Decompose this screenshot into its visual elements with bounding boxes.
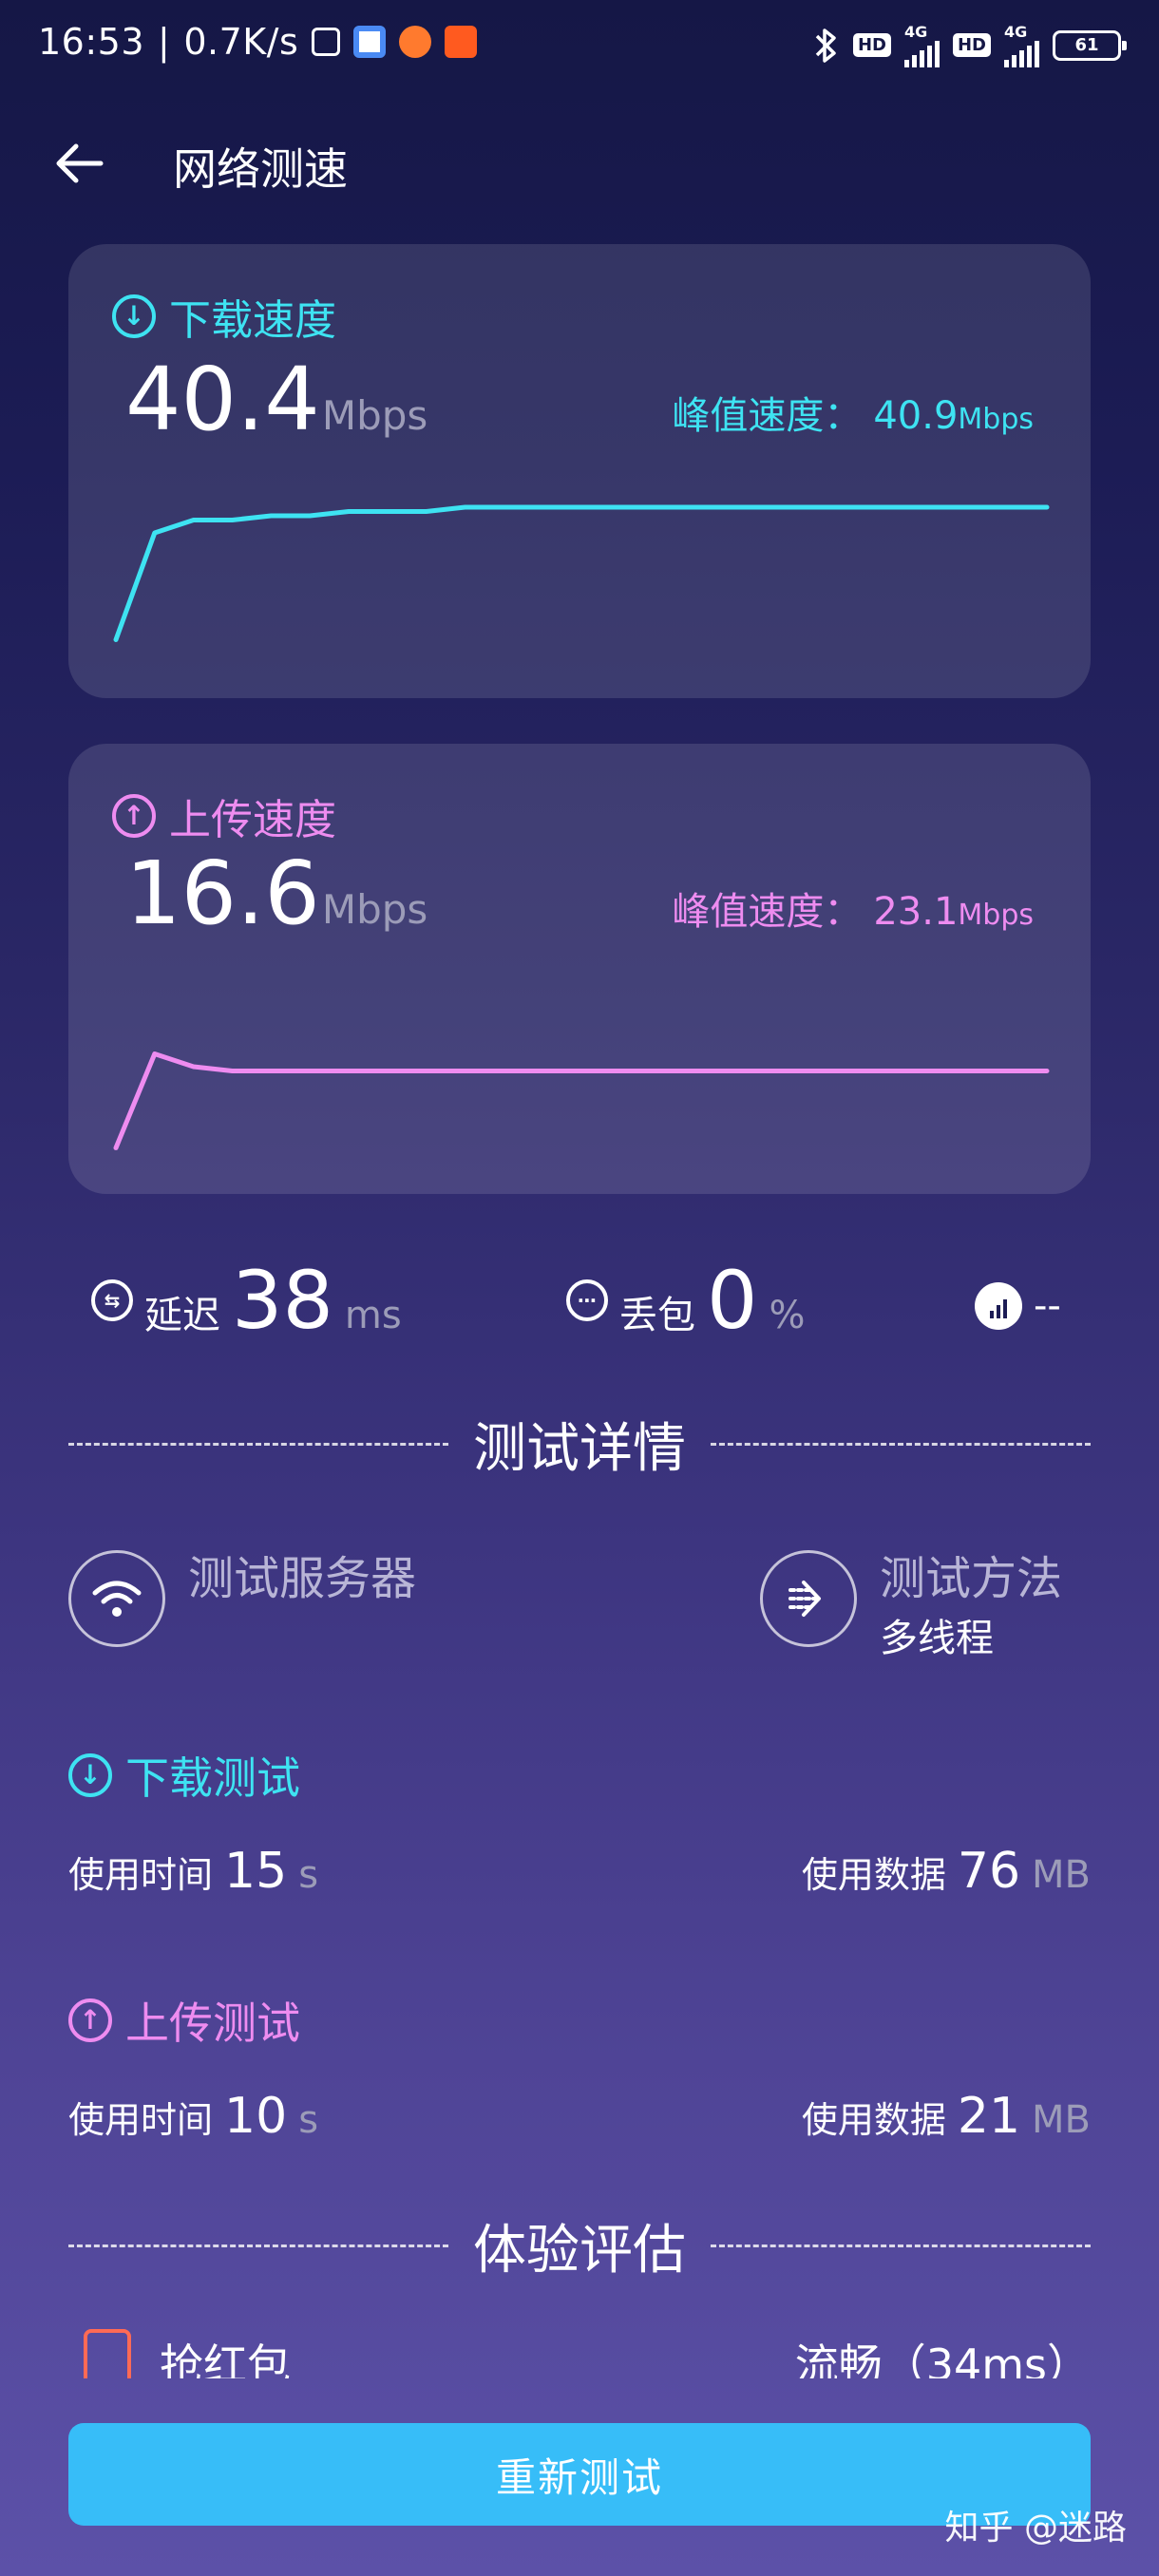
- back-arrow-icon[interactable]: [49, 133, 110, 194]
- dashed-line-right: [711, 1443, 1091, 1446]
- experience-item: 抢红包: [68, 2325, 291, 2378]
- clock: 16:53: [38, 21, 145, 63]
- signal-icon: [975, 1282, 1022, 1330]
- method-value: 多线程: [880, 1617, 994, 1660]
- upload-peak: 峰值速度： 23.1Mbps: [672, 890, 1034, 934]
- retest-button[interactable]: 重新测试: [68, 2423, 1091, 2526]
- upload-peak-value: 23.1Mbps: [873, 890, 1034, 934]
- upload-speed-graph: [113, 1051, 1050, 1150]
- experience-row: 抢红包 流畅（34ms）: [68, 2325, 1091, 2378]
- download-arrow-icon: ↓: [112, 294, 156, 338]
- maps-icon: [353, 26, 387, 58]
- download-peak-value: 40.9Mbps: [873, 394, 1034, 438]
- server-label: 测试服务器: [188, 1552, 417, 1605]
- bluetooth-icon: [815, 28, 836, 63]
- download-test-stats: 使用时间 15 s 使用数据 76 MB: [68, 1843, 1091, 1900]
- upload-test-icon: ↑: [68, 1998, 112, 2042]
- signal-metric: --: [975, 1282, 1061, 1330]
- experience-section-divider: 体验评估: [68, 2207, 1091, 2284]
- upload-test-header: ↑ 上传测试: [68, 1989, 300, 2052]
- net-speed: 0.7K/s: [183, 21, 299, 63]
- signal-value: --: [1034, 1284, 1061, 1328]
- method-icon-ring: [760, 1550, 857, 1647]
- hd-badge-2: HD: [952, 33, 991, 57]
- status-bar-right: HD 4G HD 4G 61: [811, 23, 1127, 67]
- red-envelope-icon: [84, 2329, 131, 2378]
- experience-item-label: 抢红包: [160, 2339, 291, 2378]
- download-speed-line: [113, 504, 1050, 642]
- packet-loss-value: 0: [707, 1254, 758, 1347]
- upload-arrow-icon: ↑: [112, 794, 156, 838]
- hd-badge: HD: [852, 33, 891, 57]
- app-notification-icon: [399, 26, 432, 58]
- nfc-icon: [312, 28, 341, 56]
- upload-card-header: ↑ 上传速度: [112, 786, 336, 846]
- packet-loss-icon: ⋯: [566, 1279, 608, 1321]
- signal-sim1: 4G: [903, 23, 940, 67]
- latency-value: 38: [232, 1254, 333, 1347]
- dashed-line-left: [68, 2245, 448, 2247]
- taobao-icon: [445, 26, 478, 58]
- download-peak: 峰值速度： 40.9Mbps: [672, 394, 1034, 438]
- experience-item-value: 流畅（34ms）: [794, 2339, 1091, 2378]
- latency-metric: ⇆ 延迟 38 ms: [91, 1254, 402, 1347]
- server-icon-ring: [68, 1550, 165, 1647]
- dashed-line-right: [711, 2245, 1091, 2247]
- download-test-header: ↓ 下载测试: [68, 1744, 300, 1807]
- latency-icon: ⇆: [91, 1279, 133, 1321]
- download-speed-value: 40.4 Mbps: [125, 349, 428, 450]
- upload-time: 使用时间 10 s: [68, 2088, 319, 2145]
- upload-test-stats: 使用时间 10 s 使用数据 21 MB: [68, 2088, 1091, 2145]
- download-speed-graph: [113, 504, 1050, 642]
- details-section-title: 测试详情: [473, 1418, 686, 1480]
- upload-data: 使用数据 21 MB: [801, 2088, 1091, 2145]
- page-title: 网络测速: [173, 143, 348, 195]
- method-label: 测试方法: [880, 1552, 1063, 1605]
- upload-label: 上传速度: [169, 796, 336, 844]
- status-bar-left: 16:53 | 0.7K/s: [38, 21, 478, 63]
- multi-thread-icon: [788, 1581, 821, 1617]
- divider: |: [158, 21, 171, 63]
- upload-speed-line: [113, 1051, 1050, 1150]
- packet-loss-metric: ⋯ 丢包 0 %: [566, 1254, 805, 1347]
- download-card: ↓ 下载速度 40.4 Mbps 峰值速度： 40.9Mbps: [68, 244, 1091, 698]
- download-card-header: ↓ 下载速度: [112, 286, 336, 347]
- upload-card: ↑ 上传速度 16.6 Mbps 峰值速度： 23.1Mbps: [68, 744, 1091, 1194]
- upload-speed-value: 16.6 Mbps: [125, 843, 428, 944]
- signal-sim2: 4G: [1004, 23, 1039, 67]
- watermark: 知乎 @迷路: [944, 2509, 1127, 2548]
- details-section-divider: 测试详情: [68, 1406, 1091, 1483]
- download-test-icon: ↓: [68, 1753, 112, 1797]
- upload-test-label: 上传测试: [125, 1998, 300, 2049]
- download-data: 使用数据 76 MB: [801, 1843, 1091, 1900]
- wifi-icon: [92, 1581, 142, 1617]
- dashed-line-left: [68, 1443, 448, 1446]
- download-test-label: 下载测试: [125, 1752, 300, 1804]
- battery-icon: 61: [1053, 29, 1127, 61]
- download-label: 下载速度: [169, 296, 336, 345]
- experience-section-title: 体验评估: [473, 2220, 686, 2282]
- download-time: 使用时间 15 s: [68, 1843, 319, 1900]
